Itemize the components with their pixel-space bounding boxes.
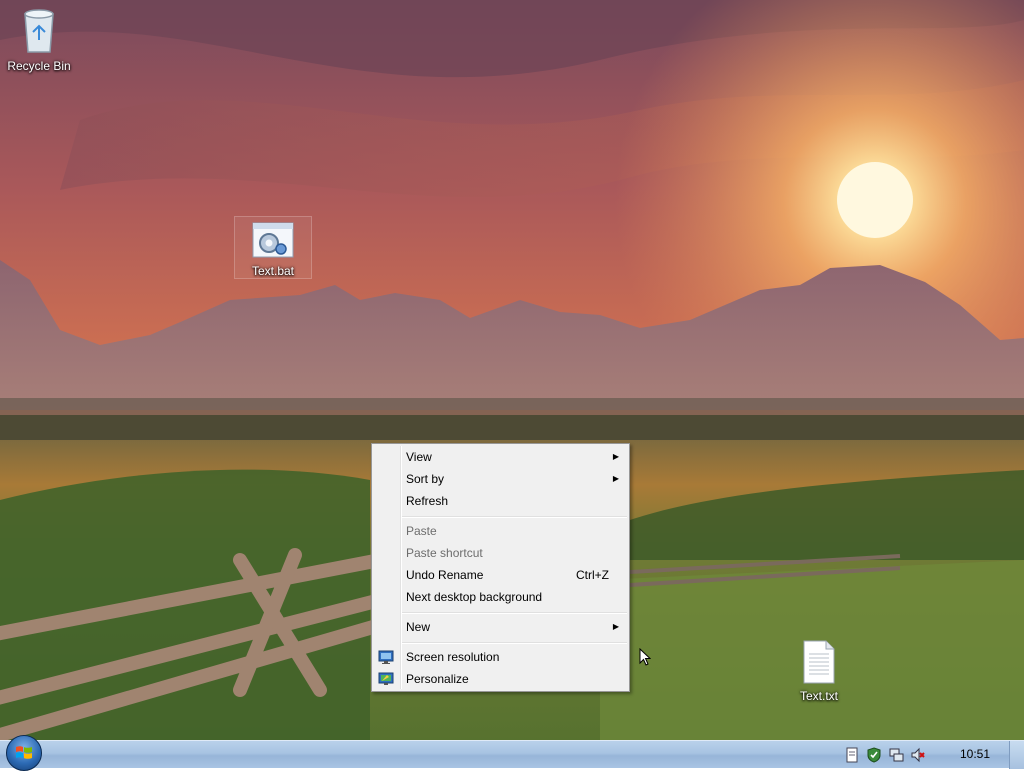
- desktop-icon-label: Text.bat: [251, 264, 295, 278]
- taskbar: 10:51: [0, 735, 1024, 771]
- menu-item-label: View: [406, 450, 432, 464]
- submenu-arrow-icon: ▶: [612, 452, 619, 461]
- volume-muted-icon[interactable]: [910, 747, 926, 763]
- security-shield-icon[interactable]: [866, 747, 882, 763]
- menu-item-sort-by[interactable]: Sort by ▶: [374, 468, 627, 490]
- menu-item-new[interactable]: New ▶: [374, 616, 627, 638]
- menu-separator: [402, 642, 627, 644]
- menu-item-shortcut: Ctrl+Z: [576, 568, 609, 582]
- show-desktop-button[interactable]: [1009, 741, 1024, 769]
- action-center-icon[interactable]: [844, 747, 860, 763]
- windows-logo-icon: [16, 746, 32, 759]
- taskbar-clock[interactable]: 10:51: [960, 741, 990, 768]
- personalize-icon: [378, 672, 394, 685]
- menu-item-label: Next desktop background: [406, 590, 543, 604]
- menu-item-label: Sort by: [406, 472, 445, 486]
- recycle-bin-icon: [24, 9, 54, 53]
- menu-item-paste-shortcut[interactable]: Paste shortcut: [374, 542, 627, 564]
- desktop-icon-text-txt[interactable]: Text.txt: [781, 640, 857, 703]
- screen-resolution-icon: [378, 650, 394, 664]
- submenu-arrow-icon: ▶: [612, 474, 619, 483]
- menu-item-label: Undo Rename: [406, 568, 484, 582]
- menu-item-label: Refresh: [406, 494, 449, 508]
- menu-separator: [402, 612, 627, 614]
- menu-item-personalize[interactable]: Personalize: [374, 668, 627, 690]
- desktop-icon-recycle-bin[interactable]: Recycle Bin: [1, 6, 77, 73]
- menu-item-label: Screen resolution: [406, 650, 500, 664]
- notification-area: 10:51: [834, 741, 1024, 769]
- text-file-icon: [803, 640, 835, 684]
- menu-item-label: Paste: [406, 524, 437, 538]
- batch-file-icon: [252, 222, 294, 258]
- desktop-icon-text-bat[interactable]: Text.bat: [234, 216, 312, 279]
- network-icon[interactable]: [888, 747, 904, 763]
- menu-item-next-desktop-background[interactable]: Next desktop background: [374, 586, 627, 608]
- menu-item-paste[interactable]: Paste: [374, 520, 627, 542]
- menu-item-label: Paste shortcut: [406, 546, 483, 560]
- menu-item-undo-rename[interactable]: Undo Rename Ctrl+Z: [374, 564, 627, 586]
- menu-item-label: Personalize: [406, 672, 469, 686]
- menu-item-refresh[interactable]: Refresh: [374, 490, 627, 512]
- menu-item-label: New: [406, 620, 431, 634]
- submenu-arrow-icon: ▶: [612, 622, 619, 631]
- start-button[interactable]: [6, 735, 42, 771]
- desktop-icon-label: Recycle Bin: [7, 59, 71, 73]
- menu-item-view[interactable]: View ▶: [374, 446, 627, 468]
- menu-separator: [402, 516, 627, 518]
- desktop-context-menu: View ▶ Sort by ▶ Refresh Paste Paste sho…: [371, 443, 630, 692]
- desktop-icon-label: Text.txt: [799, 689, 838, 703]
- menu-item-screen-resolution[interactable]: Screen resolution: [374, 646, 627, 668]
- mouse-cursor-icon: [639, 648, 651, 666]
